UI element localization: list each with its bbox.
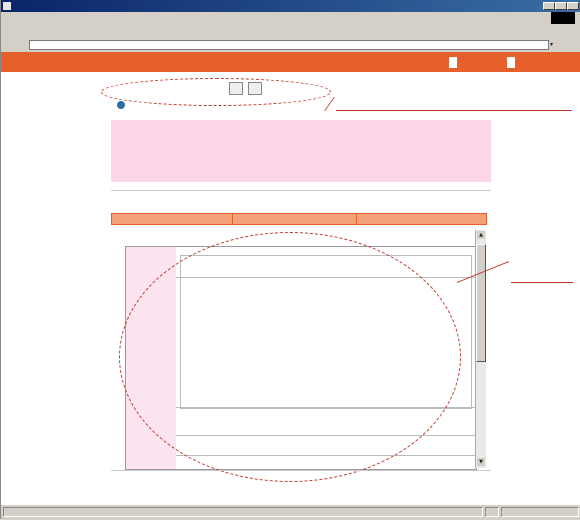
tab-divider	[356, 214, 357, 225]
tab-bar	[111, 213, 487, 225]
address-input[interactable]	[29, 40, 549, 50]
browser-logo	[551, 12, 575, 24]
close-button[interactable]	[567, 2, 579, 10]
zone-indicator	[501, 507, 579, 517]
annotation-leader-top	[314, 97, 335, 111]
divider	[111, 470, 491, 471]
site-header	[1, 52, 580, 72]
scroll-down-icon[interactable]: ▼	[477, 458, 485, 466]
address-bar: ▾	[1, 38, 580, 53]
annotation-leader-top-line	[336, 110, 572, 112]
maximize-button[interactable]	[555, 2, 567, 10]
chevron-down-icon[interactable]: ▾	[550, 41, 553, 48]
menu-bar	[1, 12, 580, 24]
scroll-up-icon[interactable]: ▲	[477, 231, 485, 239]
status-text	[3, 507, 483, 517]
toolbar	[1, 24, 580, 38]
tab-divider	[232, 214, 233, 225]
status-bar	[1, 504, 580, 520]
vertical-scrollbar[interactable]: ▲ ▼	[475, 230, 486, 468]
minimize-button[interactable]	[543, 2, 555, 10]
header-button-1[interactable]	[449, 57, 457, 68]
annotation-leader-main-line	[511, 282, 573, 284]
title-bar	[1, 0, 580, 12]
header-button-2[interactable]	[507, 57, 515, 68]
annotation-ellipse-main	[119, 232, 461, 482]
info-icon	[117, 101, 125, 109]
scrollbar-thumb[interactable]	[476, 244, 486, 362]
status-cell	[485, 507, 499, 517]
instructions-box	[111, 120, 491, 182]
annotation-ellipse-top	[101, 78, 331, 106]
divider	[111, 190, 491, 191]
browser-window: ▾ ▲ ▼	[0, 0, 580, 520]
browser-icon	[3, 2, 11, 10]
